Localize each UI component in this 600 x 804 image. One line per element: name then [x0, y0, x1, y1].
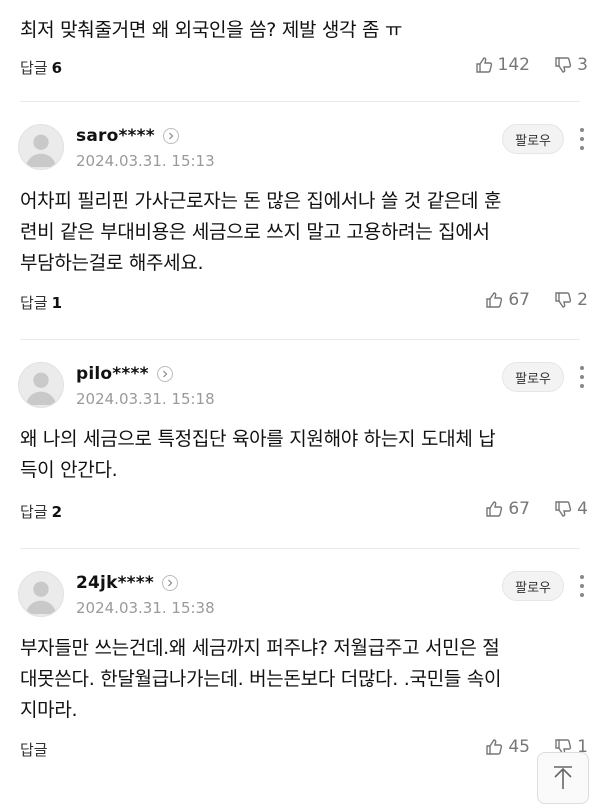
- like-button[interactable]: 45: [484, 737, 530, 757]
- comment-item: 24jk**** 2024.03.31. 15:38 팔로우 부자들만 쓰는건데…: [0, 571, 600, 771]
- username[interactable]: pilo****: [76, 364, 173, 384]
- chevron-right-icon[interactable]: [162, 128, 179, 144]
- comment-actions: 답글 45 1: [0, 735, 600, 763]
- like-button[interactable]: 67: [484, 290, 530, 310]
- user-silhouette-icon: [25, 134, 57, 168]
- comment-line: 어차피 필리핀 가사근로자는 돈 많은 집에서나 쓸 것 같은데 훈: [20, 190, 502, 212]
- more-vertical-icon[interactable]: [572, 366, 592, 388]
- reply-button[interactable]: 답글 6: [20, 57, 62, 78]
- comment-actions: 답글 1 67 2: [0, 288, 600, 316]
- like-count: 67: [508, 290, 530, 310]
- comment-line: 부자들만 쓰는건데.왜 세금까지 퍼주냐? 저월급주고 서민은 절: [20, 637, 500, 659]
- dislike-count: 4: [577, 499, 588, 519]
- thumbs-down-icon: [555, 501, 572, 517]
- chevron-right-icon[interactable]: [161, 575, 178, 591]
- dislike-count: 2: [577, 290, 588, 310]
- reply-count: 1: [51, 294, 63, 312]
- reply-label: 답글: [20, 741, 48, 759]
- like-count: 67: [508, 499, 530, 519]
- comment-text: 어차피 필리핀 가사근로자는 돈 많은 집에서나 쓸 것 같은데 훈 련비 같은…: [20, 186, 580, 279]
- follow-button[interactable]: 팔로우: [502, 362, 564, 392]
- reply-label: 답글: [20, 294, 48, 312]
- reply-label: 답글: [20, 503, 48, 521]
- comment-line: 왜 나의 세금으로 특정집단 육아를 지원해야 하는지 도대체 납: [20, 428, 496, 450]
- comment-line: 지마라.: [20, 699, 78, 721]
- reply-button[interactable]: 답글 2: [20, 501, 62, 522]
- comment-text: 최저 맞춰줄거면 왜 외국인을 씀? 제발 생각 좀 ㅠ: [20, 19, 403, 41]
- thumbs-up-icon: [475, 57, 492, 73]
- reply-count: 6: [51, 59, 63, 77]
- comment-date: 2024.03.31. 15:38: [76, 599, 215, 617]
- dislike-button[interactable]: 2: [553, 290, 588, 310]
- like-button[interactable]: 142: [474, 55, 530, 75]
- comment-line: 대못쓴다. 한달월급나가는데. 버는돈보다 더많다. .국민들 속이: [20, 668, 502, 690]
- comment-item: pilo**** 2024.03.31. 15:18 팔로우 왜 나의 세금으로…: [0, 362, 600, 547]
- more-vertical-icon[interactable]: [572, 575, 592, 597]
- thumbs-up-icon: [486, 292, 503, 308]
- comment-text: 왜 나의 세금으로 특정집단 육아를 지원해야 하는지 도대체 납 득이 안간다…: [20, 424, 580, 486]
- comment-line: 련비 같은 부대비용은 세금으로 쓰지 말고 고용하려는 집에서: [20, 221, 490, 243]
- comment-text: 부자들만 쓰는건데.왜 세금까지 퍼주냐? 저월급주고 서민은 절 대못쓴다. …: [20, 633, 580, 726]
- scroll-top-button[interactable]: [537, 752, 589, 804]
- dislike-count: 3: [577, 55, 588, 75]
- like-count: 142: [497, 55, 530, 75]
- comment-item: 최저 맞춰줄거면 왜 외국인을 씀? 제발 생각 좀 ㅠ 답글 6 142 3: [0, 0, 600, 100]
- username[interactable]: saro****: [76, 126, 179, 146]
- username-text: saro****: [76, 126, 155, 146]
- avatar[interactable]: [18, 124, 64, 170]
- chevron-right-icon[interactable]: [156, 366, 173, 382]
- comment-line: 부담하는걸로 해주세요.: [20, 252, 204, 274]
- thumbs-down-icon: [555, 57, 572, 73]
- more-vertical-icon[interactable]: [572, 128, 592, 150]
- user-silhouette-icon: [25, 581, 57, 615]
- avatar[interactable]: [18, 571, 64, 617]
- like-count: 45: [508, 737, 530, 757]
- dislike-button[interactable]: 4: [553, 499, 588, 519]
- comment-line: 득이 안간다.: [20, 459, 118, 481]
- follow-button[interactable]: 팔로우: [502, 124, 564, 154]
- reply-label: 답글: [20, 59, 48, 77]
- thumbs-up-icon: [486, 501, 503, 517]
- username[interactable]: 24jk****: [76, 573, 178, 593]
- reply-count: 2: [51, 503, 63, 521]
- comment-actions: 답글 2 67 4: [0, 497, 600, 525]
- follow-button[interactable]: 팔로우: [502, 571, 564, 601]
- avatar[interactable]: [18, 362, 64, 408]
- divider: [20, 101, 580, 102]
- comment-date: 2024.03.31. 15:18: [76, 390, 215, 408]
- comment-actions: 답글 6 142 3: [0, 53, 600, 81]
- arrow-up-icon: [554, 766, 572, 789]
- comment-item: saro**** 2024.03.31. 15:13 팔로우 어차피 필리핀 가…: [0, 124, 600, 339]
- like-button[interactable]: 67: [484, 499, 530, 519]
- reply-button[interactable]: 답글 1: [20, 292, 62, 313]
- dislike-button[interactable]: 3: [553, 55, 588, 75]
- user-silhouette-icon: [25, 372, 57, 406]
- divider: [20, 339, 580, 340]
- thumbs-up-icon: [486, 739, 503, 755]
- comment-date: 2024.03.31. 15:13: [76, 152, 215, 170]
- username-text: 24jk****: [76, 573, 154, 593]
- username-text: pilo****: [76, 364, 149, 384]
- divider: [20, 548, 580, 549]
- reply-button[interactable]: 답글: [20, 739, 52, 760]
- thumbs-down-icon: [555, 292, 572, 308]
